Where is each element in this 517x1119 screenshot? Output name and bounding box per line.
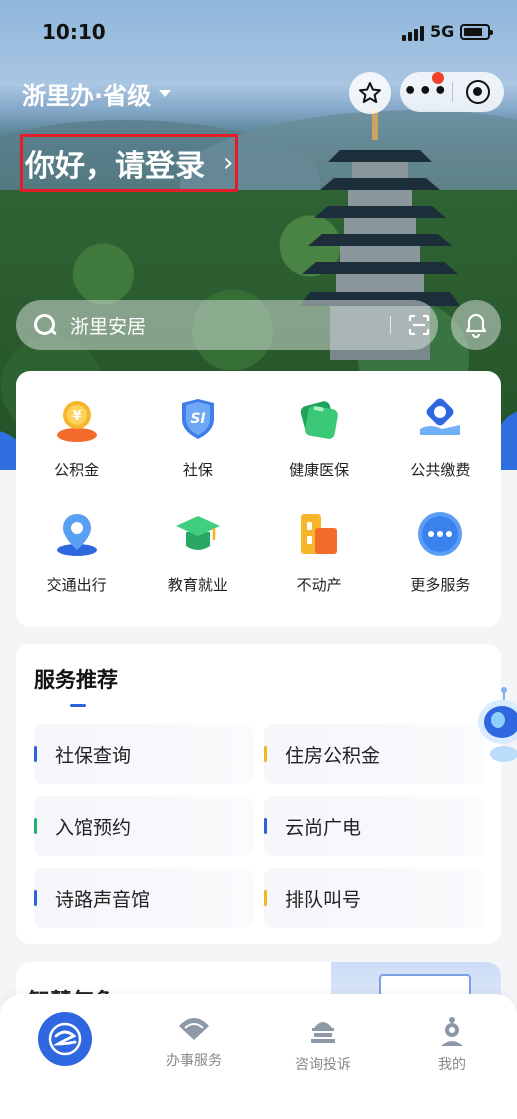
item-accent-bar bbox=[264, 818, 267, 834]
bell-icon bbox=[465, 313, 487, 338]
favorite-button[interactable] bbox=[349, 72, 391, 114]
recommend-item-cloud-tv[interactable]: 云尚广电 bbox=[264, 796, 484, 856]
service-health-insurance[interactable]: 健康医保 bbox=[259, 395, 380, 480]
item-accent-bar bbox=[264, 890, 267, 906]
status-time: 10:10 bbox=[42, 20, 106, 44]
svg-text:SI: SI bbox=[190, 411, 205, 427]
recommend-item-label: 住房公积金 bbox=[285, 744, 381, 767]
network-label: 5G bbox=[430, 22, 455, 41]
recommend-item-label: 诗路声音馆 bbox=[55, 888, 151, 911]
services-card: ¥ 公积金 SI 社保 健康医保 公共缴费 交通出行 教育就业 不动产 更多服务 bbox=[16, 371, 501, 627]
recommend-item-housing-fund[interactable]: 住房公积金 bbox=[264, 724, 484, 784]
signal-icon bbox=[402, 26, 424, 41]
tab-home[interactable] bbox=[38, 1012, 92, 1066]
housing-fund-icon: ¥ bbox=[56, 401, 97, 442]
search-placeholder: 浙里安居 bbox=[70, 315, 147, 338]
miniapp-capsule: ••• bbox=[400, 72, 504, 112]
real-estate-icon bbox=[301, 514, 338, 554]
service-social-security[interactable]: SI 社保 bbox=[137, 395, 258, 480]
battery-icon bbox=[460, 24, 493, 40]
tab-mine[interactable]: 我的 bbox=[397, 1016, 507, 1074]
search-bar[interactable]: 浙里安居 bbox=[16, 300, 438, 350]
login-prompt: 你好，请登录 bbox=[25, 149, 205, 184]
recommend-card: 服务推荐 社保查询 住房公积金 入馆预约 云尚广电 诗路声音馆 排队叫号 bbox=[16, 644, 501, 944]
service-label: 公积金 bbox=[54, 461, 100, 479]
target-icon bbox=[466, 80, 491, 104]
public-payment-icon bbox=[420, 398, 461, 435]
tab-label: 我的 bbox=[438, 1057, 466, 1073]
recommend-item-venue-booking[interactable]: 入馆预约 bbox=[34, 796, 254, 856]
recommend-item-label: 社保查询 bbox=[55, 744, 132, 767]
service-education[interactable]: 教育就业 bbox=[137, 510, 258, 595]
recommend-item-label: 排队叫号 bbox=[285, 888, 362, 911]
home-logo-icon bbox=[48, 1022, 82, 1056]
notification-dot bbox=[432, 72, 444, 84]
notification-button[interactable] bbox=[451, 300, 501, 350]
tab-services[interactable]: 办事服务 bbox=[139, 1016, 249, 1070]
item-accent-bar bbox=[34, 746, 37, 762]
status-bar: 10:10 5G bbox=[0, 0, 517, 62]
social-security-icon: SI bbox=[181, 399, 214, 439]
person-icon bbox=[441, 1017, 463, 1046]
health-insurance-icon bbox=[300, 401, 338, 439]
assistant-robot-button[interactable] bbox=[474, 686, 517, 766]
search-divider bbox=[390, 316, 391, 334]
caret-down-icon bbox=[159, 90, 172, 97]
search-icon bbox=[34, 314, 56, 336]
recommend-item-queue-call[interactable]: 排队叫号 bbox=[264, 868, 484, 928]
chevron-right-icon: › bbox=[223, 148, 234, 178]
service-real-estate[interactable]: 不动产 bbox=[259, 510, 380, 595]
service-label: 不动产 bbox=[296, 576, 342, 594]
tab-label: 办事服务 bbox=[166, 1053, 222, 1069]
service-label: 社保 bbox=[182, 461, 213, 479]
svg-text:¥: ¥ bbox=[72, 409, 81, 424]
region-selector[interactable]: 浙里办·省级 bbox=[22, 76, 172, 111]
more-services-icon bbox=[418, 512, 463, 556]
service-more[interactable]: 更多服务 bbox=[380, 510, 501, 595]
tab-consult-complain[interactable]: 咨询投诉 bbox=[268, 1016, 378, 1074]
recommend-item-label: 云尚广电 bbox=[285, 816, 362, 839]
item-accent-bar bbox=[34, 890, 37, 906]
fan-icon bbox=[179, 1018, 209, 1040]
recommend-item-social-security-query[interactable]: 社保查询 bbox=[34, 724, 254, 784]
recommend-item-label: 入馆预约 bbox=[55, 816, 132, 839]
item-accent-bar bbox=[264, 746, 267, 762]
item-accent-bar bbox=[34, 818, 37, 834]
education-icon bbox=[175, 516, 220, 550]
service-label: 交通出行 bbox=[46, 576, 107, 594]
recommend-title: 服务推荐 bbox=[34, 668, 118, 692]
tab-label: 咨询投诉 bbox=[295, 1057, 351, 1073]
service-label: 更多服务 bbox=[410, 576, 471, 594]
hall-icon bbox=[311, 1022, 335, 1043]
service-transport[interactable]: 交通出行 bbox=[16, 510, 137, 595]
bottom-tab-bar: 办事服务 咨询投诉 我的 bbox=[0, 994, 517, 1119]
star-icon bbox=[359, 82, 381, 103]
service-label: 公共缴费 bbox=[410, 461, 471, 479]
service-label: 健康医保 bbox=[289, 461, 350, 479]
transport-icon bbox=[56, 514, 97, 556]
title-underline bbox=[70, 704, 86, 707]
service-housing-fund[interactable]: ¥ 公积金 bbox=[16, 395, 137, 480]
login-link[interactable]: 你好，请登录 › bbox=[20, 134, 238, 192]
close-miniapp-button[interactable] bbox=[452, 80, 504, 104]
scan-icon[interactable] bbox=[408, 314, 430, 336]
region-label: 浙里办·省级 bbox=[22, 82, 152, 110]
recommend-item-poetry-sound-hall[interactable]: 诗路声音馆 bbox=[34, 868, 254, 928]
service-label: 教育就业 bbox=[167, 576, 228, 594]
service-public-payment[interactable]: 公共缴费 bbox=[380, 395, 501, 480]
